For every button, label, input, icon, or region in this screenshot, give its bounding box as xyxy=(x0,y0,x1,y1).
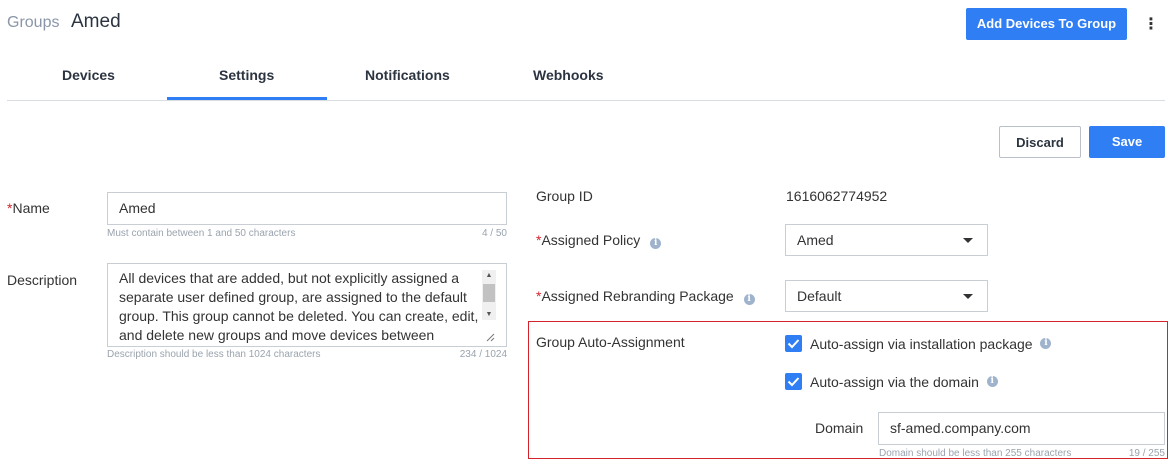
tab-divider xyxy=(7,100,1165,101)
breadcrumb-groups[interactable]: Groups xyxy=(7,14,59,32)
resize-handle-icon[interactable] xyxy=(485,332,495,342)
scroll-down-icon[interactable]: ▼ xyxy=(482,309,496,320)
chevron-down-icon xyxy=(963,238,973,243)
tab-webhooks[interactable]: Webhooks xyxy=(533,67,604,83)
description-counter: 234 / 1024 xyxy=(459,349,507,360)
domain-counter: 19 / 255 xyxy=(1128,448,1165,459)
auto-assign-domain-text: Auto-assign via the domain xyxy=(810,374,979,390)
auto-assign-package-text: Auto-assign via installation package xyxy=(810,336,1033,352)
assigned-policy-label-text: Assigned Policy xyxy=(541,232,641,248)
page-title: Amed xyxy=(71,11,121,32)
save-button[interactable]: Save xyxy=(1089,126,1165,158)
auto-assign-domain-checkbox[interactable] xyxy=(785,373,802,390)
rebranding-package-label-text: Assigned Rebranding Package xyxy=(541,288,734,304)
info-icon[interactable]: i xyxy=(986,376,998,387)
tab-settings[interactable]: Settings xyxy=(219,67,274,83)
checkmark-icon xyxy=(787,377,800,387)
info-icon[interactable]: i xyxy=(743,294,755,305)
checkmark-icon xyxy=(787,339,800,349)
auto-assign-domain-label[interactable]: Auto-assign via the domain i xyxy=(810,374,998,390)
assigned-policy-value: Amed xyxy=(797,232,834,248)
group-id-value: 1616062774952 xyxy=(786,188,888,204)
name-label-text: Name xyxy=(12,200,50,216)
description-label: Description xyxy=(7,272,78,288)
active-tab-indicator xyxy=(167,97,327,100)
description-scrollbar[interactable]: ▲ ▼ xyxy=(482,270,496,320)
group-id-label: Group ID xyxy=(536,188,593,204)
tab-devices[interactable]: Devices xyxy=(62,67,115,83)
auto-assign-package-checkbox[interactable] xyxy=(785,335,802,352)
info-icon[interactable]: i xyxy=(650,238,662,249)
name-input[interactable]: Amed xyxy=(107,192,507,225)
description-hint: Description should be less than 1024 cha… xyxy=(107,349,321,360)
auto-assignment-label: Group Auto-Assignment xyxy=(536,334,685,350)
add-devices-button[interactable]: Add Devices To Group xyxy=(966,8,1127,40)
scroll-up-icon[interactable]: ▲ xyxy=(482,270,496,281)
chevron-down-icon xyxy=(963,294,973,299)
name-counter: 4 / 50 xyxy=(481,228,507,239)
auto-assign-package-label[interactable]: Auto-assign via installation package i xyxy=(810,336,1052,352)
domain-hint: Domain should be less than 255 character… xyxy=(879,448,1072,459)
assigned-policy-select[interactable]: Amed xyxy=(785,224,988,256)
rebranding-package-select[interactable]: Default xyxy=(785,280,988,312)
tab-notifications[interactable]: Notifications xyxy=(365,67,450,83)
name-hint: Must contain between 1 and 50 characters xyxy=(107,228,296,239)
rebranding-package-value: Default xyxy=(797,288,842,304)
assigned-policy-label: *Assigned Policy i xyxy=(536,232,662,249)
domain-input[interactable]: sf-amed.company.com xyxy=(878,412,1165,445)
description-textarea[interactable]: All devices that are added, but not expl… xyxy=(107,263,507,347)
name-label: *Name xyxy=(7,200,50,216)
domain-label: Domain xyxy=(815,420,864,436)
more-options-icon[interactable]: ⋮ xyxy=(1143,16,1159,34)
description-text: All devices that are added, but not expl… xyxy=(119,270,479,343)
rebranding-package-label: *Assigned Rebranding Package i xyxy=(536,288,755,305)
discard-button[interactable]: Discard xyxy=(999,126,1081,158)
info-icon[interactable]: i xyxy=(1040,338,1052,349)
scroll-thumb[interactable] xyxy=(483,284,495,302)
